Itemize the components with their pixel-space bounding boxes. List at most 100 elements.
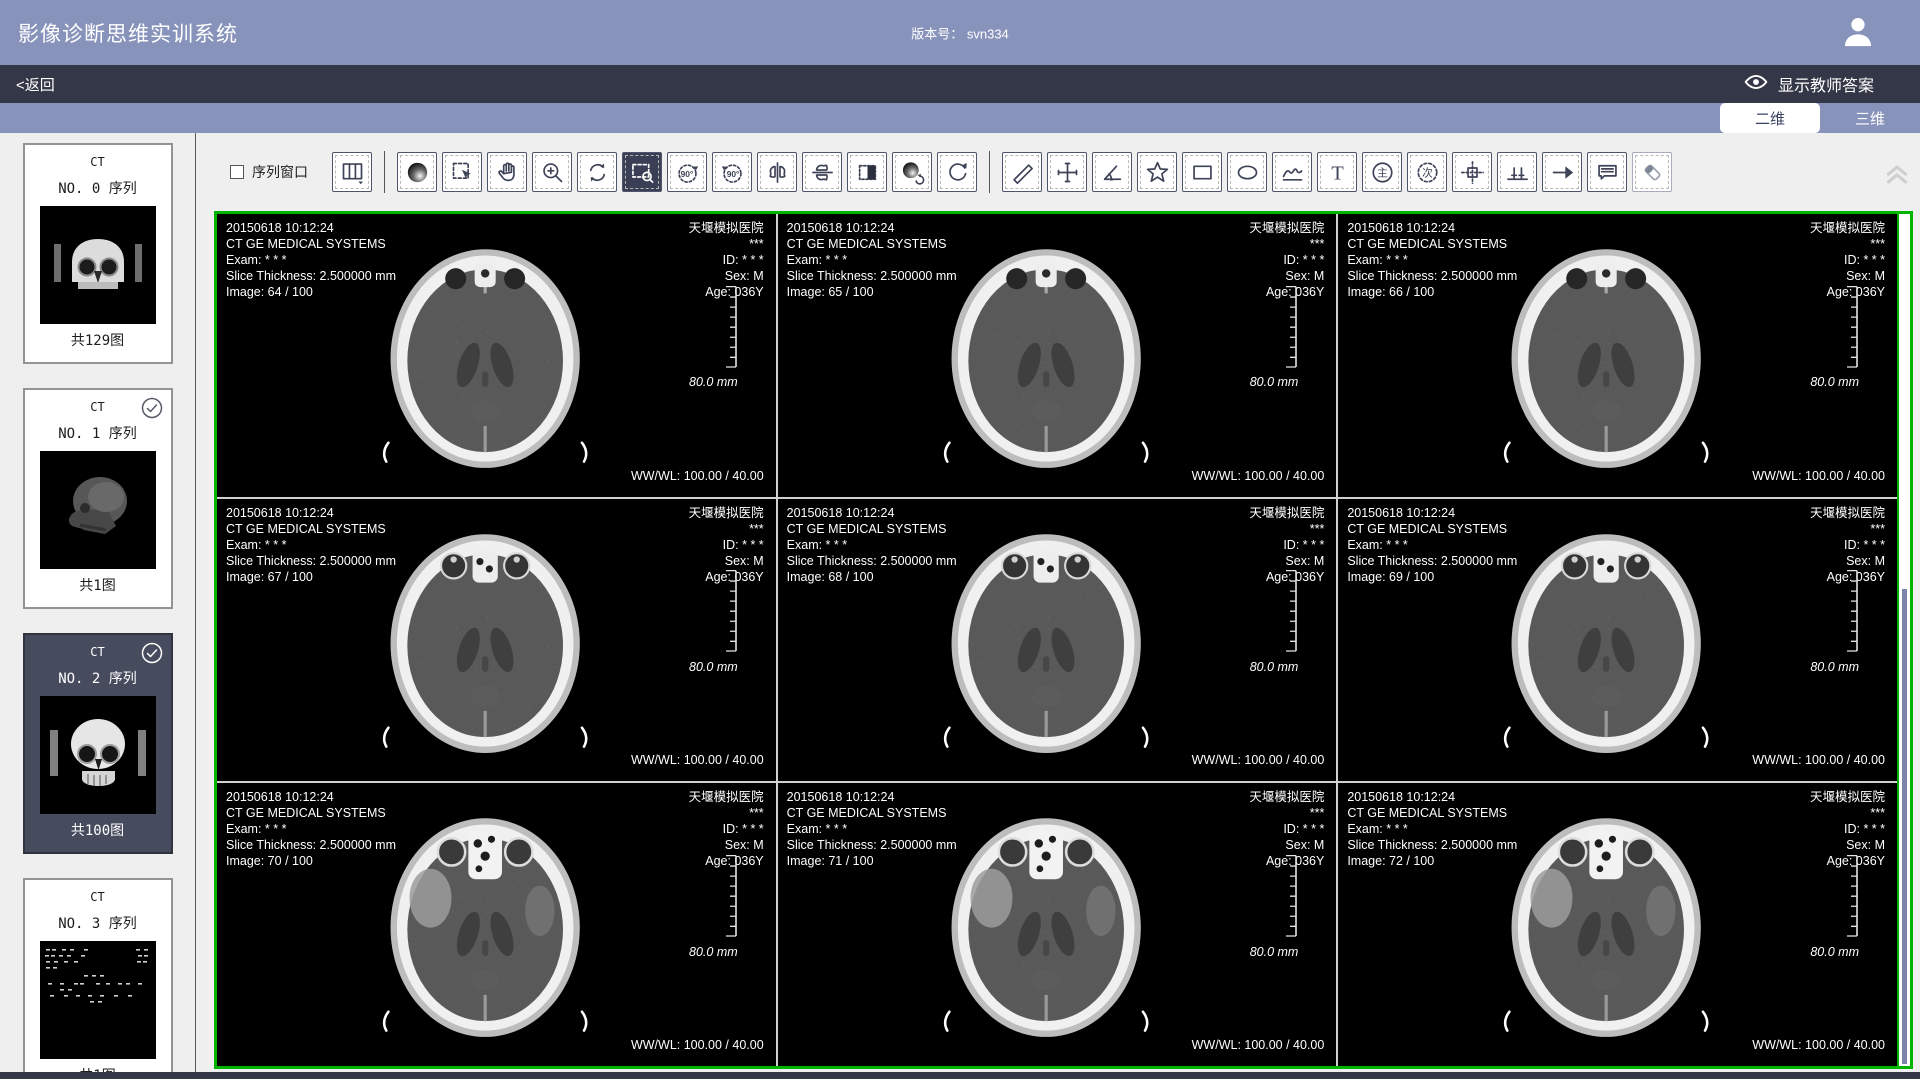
- cell-thickness: Slice Thickness: 2.500000 mm: [787, 553, 957, 569]
- window-level-button[interactable]: [397, 152, 437, 192]
- cell-datetime: 20150618 10:12:24: [787, 789, 957, 805]
- cell-datetime: 20150618 10:12:24: [787, 505, 957, 521]
- histogram-icon: [1504, 159, 1531, 186]
- series-window-checkbox-group[interactable]: 序列窗口: [230, 162, 308, 182]
- cell-sex: Sex: M: [1810, 553, 1885, 569]
- cell-hospital: 天堰模拟医院: [1810, 505, 1885, 521]
- viewer-cell[interactable]: 20150618 10:12:24 CT GE MEDICAL SYSTEMS …: [1338, 214, 1897, 497]
- collapse-panel-button[interactable]: [1880, 155, 1914, 189]
- cell-exam: Exam: * * *: [1347, 252, 1517, 268]
- series-layout-button[interactable]: [332, 152, 372, 192]
- main-circle-icon: 主: [1369, 159, 1396, 186]
- app-window: 影像诊断思维实训系统 版本号： svn334 <返回 显示教师答案: [0, 0, 1920, 1079]
- toolbar: 序列窗口 90° 90° T主次: [196, 133, 1920, 211]
- rotate-button[interactable]: [577, 152, 617, 192]
- rect-roi-button[interactable]: [1182, 152, 1222, 192]
- cell-datetime: 20150618 10:12:24: [1347, 220, 1517, 236]
- tab-2d[interactable]: 二维: [1720, 103, 1820, 133]
- cell-hospital: 天堰模拟医院: [1810, 220, 1885, 236]
- arrow-icon: [1549, 159, 1576, 186]
- ellipse-roi-button[interactable]: [1227, 152, 1267, 192]
- zoom-in-button[interactable]: [532, 152, 572, 192]
- localizer-button[interactable]: [1452, 152, 1492, 192]
- tab-3d[interactable]: 三维: [1820, 103, 1920, 133]
- cell-wwwl: WW/WL: 100.00 / 40.00: [631, 1037, 764, 1053]
- series-sidebar: CT NO. 0 序列 共129图 CT NO. 1 序列 共1图 CT NO. 2…: [0, 133, 196, 1072]
- cell-wwwl: WW/WL: 100.00 / 40.00: [1192, 1037, 1325, 1053]
- scale-ruler: 80.0 mm: [689, 569, 738, 674]
- measure-angle-button[interactable]: [1092, 152, 1132, 192]
- flip-horizontal-button[interactable]: [757, 152, 797, 192]
- series-window-checkbox[interactable]: [230, 165, 244, 179]
- rotate-arrows-icon: [584, 159, 611, 186]
- cell-image-index: Image: 68 / 100: [787, 569, 957, 585]
- back-button[interactable]: <返回: [16, 74, 55, 95]
- series-thumbnail: [40, 451, 156, 569]
- series-card[interactable]: CT NO. 0 序列 共129图: [23, 143, 173, 364]
- zoom-region-button[interactable]: [622, 152, 662, 192]
- cell-hospital: 天堰模拟医院: [1810, 789, 1885, 805]
- cell-datetime: 20150618 10:12:24: [226, 505, 396, 521]
- cell-stars: ***: [689, 521, 764, 537]
- measure-line-button[interactable]: [1002, 152, 1042, 192]
- rotate-90-cw-button[interactable]: 90°: [712, 152, 752, 192]
- user-icon[interactable]: [1838, 12, 1878, 52]
- series-card[interactable]: CT NO. 3 序列 共1图: [23, 878, 173, 1072]
- histogram-button[interactable]: [1497, 152, 1537, 192]
- marquee-select-button[interactable]: [442, 152, 482, 192]
- profile-curve-button[interactable]: [1272, 152, 1312, 192]
- flip-h-icon: [764, 159, 791, 186]
- cell-patient-id: ID: * * *: [1810, 821, 1885, 837]
- flip-vertical-button[interactable]: [802, 152, 842, 192]
- star-roi-button[interactable]: [1137, 152, 1177, 192]
- viewer-cell[interactable]: 20150618 10:12:24 CT GE MEDICAL SYSTEMS …: [778, 499, 1337, 782]
- text-annotation-button[interactable]: T: [1317, 152, 1357, 192]
- viewer-cell[interactable]: 20150618 10:12:24 CT GE MEDICAL SYSTEMS …: [1338, 783, 1897, 1066]
- main-sequence-button[interactable]: 主: [1362, 152, 1402, 192]
- app-title: 影像诊断思维实训系统: [18, 18, 238, 48]
- crosshair-button[interactable]: [1047, 152, 1087, 192]
- cell-stars: ***: [1810, 521, 1885, 537]
- series-card[interactable]: CT NO. 1 序列 共1图: [23, 388, 173, 609]
- series-card[interactable]: CT NO. 2 序列 共100图: [23, 633, 173, 854]
- reset-button[interactable]: [937, 152, 977, 192]
- rotate-90-ccw-button[interactable]: 90°: [667, 152, 707, 192]
- scale-ruler: 80.0 mm: [1250, 854, 1299, 959]
- comment-button[interactable]: [1587, 152, 1627, 192]
- viewer-scrollbar[interactable]: [1897, 214, 1910, 1066]
- show-teacher-answer-button[interactable]: 显示教师答案: [1743, 69, 1874, 100]
- viewer-cell[interactable]: 20150618 10:12:24 CT GE MEDICAL SYSTEMS …: [1338, 499, 1897, 782]
- cell-stars: ***: [1249, 805, 1324, 821]
- pan-button[interactable]: [487, 152, 527, 192]
- select-arrow-icon: [449, 159, 476, 186]
- cell-patient-id: ID: * * *: [1249, 821, 1324, 837]
- ruler-label: 80.0 mm: [689, 375, 738, 389]
- scrollbar-thumb[interactable]: [1902, 589, 1907, 1064]
- cell-stars: ***: [1810, 236, 1885, 252]
- cell-device: CT GE MEDICAL SYSTEMS: [226, 805, 396, 821]
- rotate-90-cw-icon: 90°: [719, 159, 746, 186]
- arrow-annotation-button[interactable]: [1542, 152, 1582, 192]
- hand-icon: [494, 159, 521, 186]
- cell-patient-id: ID: * * *: [689, 821, 764, 837]
- header-bar: 影像诊断思维实训系统 版本号： svn334: [0, 0, 1920, 65]
- series-modality: CT: [25, 155, 171, 169]
- cell-device: CT GE MEDICAL SYSTEMS: [1347, 521, 1517, 537]
- cell-sex: Sex: M: [1249, 553, 1324, 569]
- viewer-cell[interactable]: 20150618 10:12:24 CT GE MEDICAL SYSTEMS …: [778, 783, 1337, 1066]
- viewer-container: 20150618 10:12:24 CT GE MEDICAL SYSTEMS …: [214, 211, 1913, 1069]
- cell-exam: Exam: * * *: [226, 252, 396, 268]
- localizer-icon: [1459, 159, 1486, 186]
- cell-patient-id: ID: * * *: [689, 537, 764, 553]
- series-name: NO. 3 序列: [25, 913, 171, 933]
- cell-hospital: 天堰模拟医院: [689, 789, 764, 805]
- secondary-sequence-button[interactable]: 次: [1407, 152, 1447, 192]
- viewer-cell[interactable]: 20150618 10:12:24 CT GE MEDICAL SYSTEMS …: [217, 499, 776, 782]
- cell-thickness: Slice Thickness: 2.500000 mm: [1347, 268, 1517, 284]
- window-reset-button[interactable]: [892, 152, 932, 192]
- invert-button[interactable]: [847, 152, 887, 192]
- scale-ruler: 80.0 mm: [689, 854, 738, 959]
- viewer-cell[interactable]: 20150618 10:12:24 CT GE MEDICAL SYSTEMS …: [217, 783, 776, 1066]
- viewer-cell[interactable]: 20150618 10:12:24 CT GE MEDICAL SYSTEMS …: [217, 214, 776, 497]
- viewer-cell[interactable]: 20150618 10:12:24 CT GE MEDICAL SYSTEMS …: [778, 214, 1337, 497]
